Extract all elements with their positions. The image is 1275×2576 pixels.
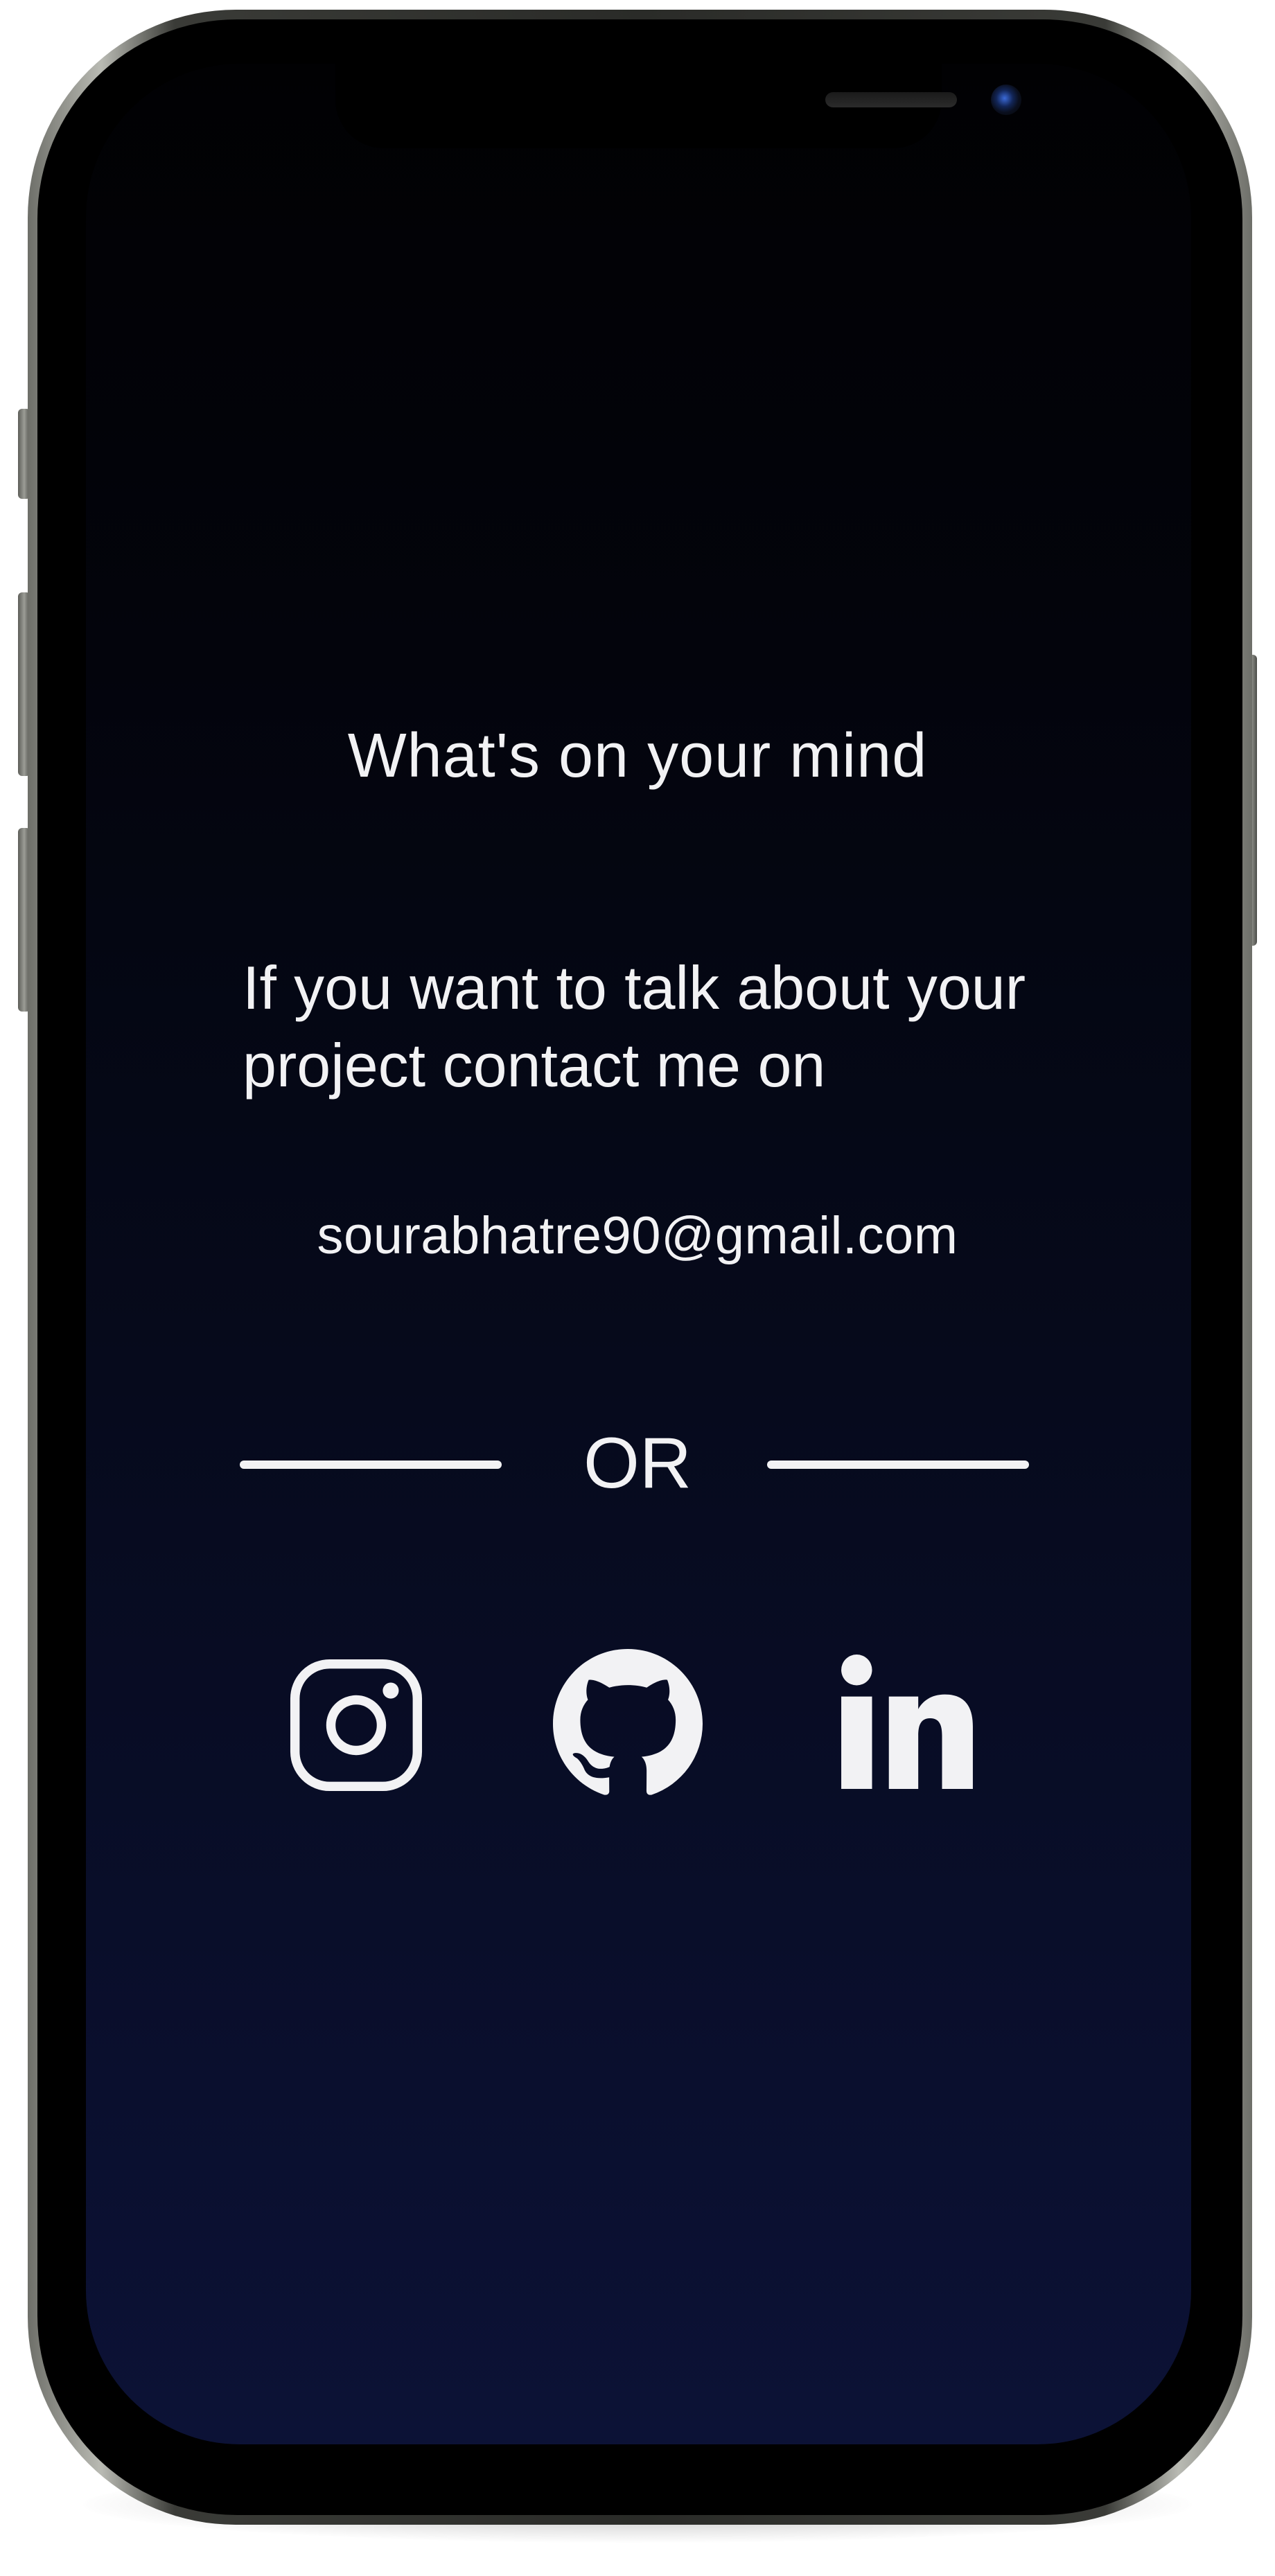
contact-heading: What's on your mind bbox=[347, 721, 928, 791]
notch bbox=[335, 64, 1021, 148]
earpiece-speaker bbox=[825, 92, 957, 107]
instagram-icon[interactable] bbox=[290, 1659, 423, 1792]
github-icon[interactable] bbox=[553, 1649, 703, 1799]
email-link[interactable]: sourabhatre90@gmail.com bbox=[0, 1206, 1275, 1266]
front-camera-icon bbox=[991, 85, 1021, 115]
or-separator: OR bbox=[583, 1423, 692, 1503]
page: What's on your mind If you want to talk … bbox=[0, 0, 1275, 2576]
linkedin-icon[interactable] bbox=[837, 1652, 977, 1792]
divider-line-right bbox=[767, 1461, 1029, 1469]
contact-message: If you want to talk about your project c… bbox=[243, 953, 1026, 1100]
